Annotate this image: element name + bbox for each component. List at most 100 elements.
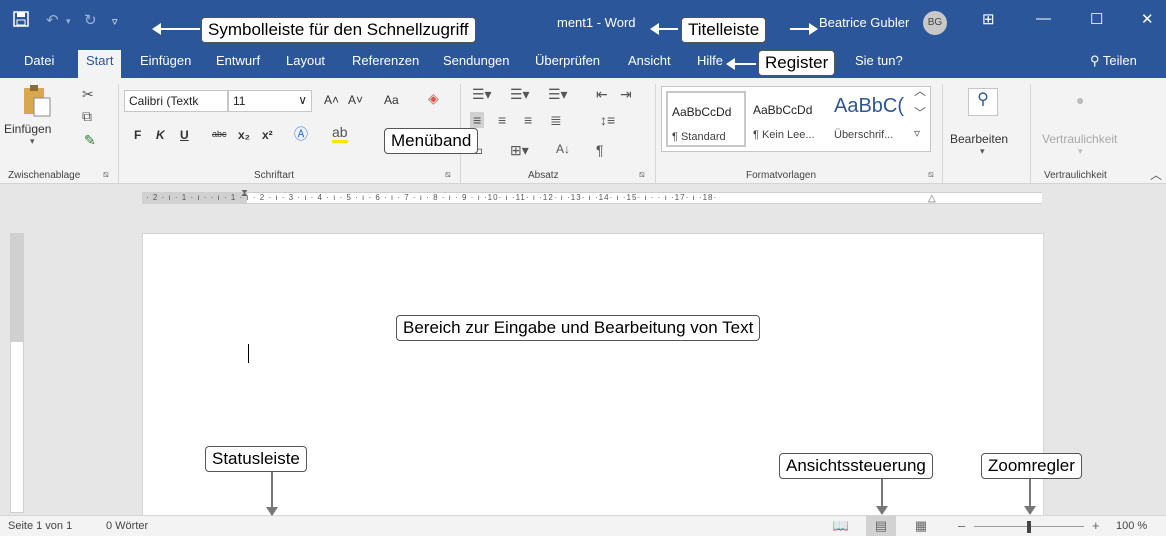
clear-formatting-icon[interactable]: ◈ <box>428 90 439 107</box>
tab-datei[interactable]: Datei <box>24 53 54 68</box>
web-layout-icon[interactable]: ▦ <box>906 516 936 536</box>
cut-icon[interactable]: ✂ <box>82 86 94 103</box>
paste-icon <box>24 85 51 117</box>
increase-indent-icon[interactable]: ⇥ <box>620 86 632 103</box>
styles-launcher-icon[interactable]: ⧅ <box>928 169 934 180</box>
collapse-ribbon-icon[interactable]: ︿ <box>1150 166 1162 183</box>
word-count[interactable]: 0 Wörter <box>106 520 148 532</box>
tab-entwurf[interactable]: Entwurf <box>216 53 260 68</box>
paste-button[interactable]: Einfügen ▾ <box>4 84 58 146</box>
shrink-font-button[interactable]: A˅ <box>348 93 363 107</box>
avatar[interactable]: BG <box>923 11 947 35</box>
undo-dropdown-icon[interactable]: ▾ <box>66 16 71 27</box>
close-button[interactable]: ✕ <box>1141 10 1154 28</box>
multilevel-list-icon[interactable]: ☰▾ <box>548 86 568 103</box>
grow-font-button[interactable]: A˄ <box>324 93 339 107</box>
clipboard-launcher-icon[interactable]: ⧅ <box>103 169 109 180</box>
sensitivity-icon: ● <box>1076 92 1085 108</box>
bullets-icon[interactable]: ☰▾ <box>472 86 492 103</box>
bold-button[interactable]: F <box>134 128 141 142</box>
right-indent-marker-icon[interactable]: △ <box>928 193 936 204</box>
borders-icon[interactable]: ⊞▾ <box>510 142 529 159</box>
strikethrough-button[interactable]: abc <box>212 129 227 139</box>
tab-ueberpruefen[interactable]: Überprüfen <box>535 53 600 68</box>
callout-menuband: Menüband <box>384 128 479 154</box>
tab-einfuegen[interactable]: Einfügen <box>140 53 191 68</box>
paragraph-launcher-icon[interactable]: ⧅ <box>639 169 645 180</box>
page-count[interactable]: Seite 1 von 1 <box>8 520 72 532</box>
callout-arrow <box>876 479 888 515</box>
chevron-down-icon: ∨ <box>298 93 307 107</box>
font-size-select[interactable]: 11 ∨ <box>228 90 312 112</box>
change-case-button[interactable]: Aa <box>384 93 399 107</box>
group-divider <box>118 84 119 184</box>
italic-button[interactable]: K <box>156 128 165 142</box>
tab-layout[interactable]: Layout <box>286 53 325 68</box>
zoom-level[interactable]: 100 % <box>1116 520 1147 532</box>
show-marks-button[interactable]: ¶ <box>596 142 604 158</box>
tab-sendungen[interactable]: Sendungen <box>443 53 510 68</box>
print-layout-icon[interactable]: ▤ <box>866 516 896 536</box>
minimize-button[interactable]: — <box>1036 10 1051 27</box>
superscript-button[interactable]: x² <box>262 128 273 142</box>
text-effects-icon[interactable]: Ⓐ <box>294 124 308 144</box>
align-right-icon[interactable]: ≡ <box>524 112 532 128</box>
vertical-ruler[interactable] <box>10 233 24 513</box>
styles-scroll-up-icon[interactable]: ︿ <box>914 82 926 99</box>
style-name: Überschrif... <box>834 129 894 141</box>
sensitivity-button[interactable]: ● Vertraulichkeit ▾ <box>1036 86 1136 166</box>
callout-arrow <box>790 23 818 35</box>
tell-me-search[interactable]: Sie tun? <box>855 53 903 68</box>
save-icon[interactable] <box>13 11 29 31</box>
callout-arrow <box>1024 479 1036 515</box>
read-mode-icon[interactable]: 📖 <box>826 516 856 536</box>
tab-referenzen[interactable]: Referenzen <box>352 53 419 68</box>
font-size-value: 11 <box>233 94 246 108</box>
editing-button[interactable]: ⚲ Bearbeiten ▾ <box>948 86 1024 166</box>
style-standard[interactable]: AaBbCcDd ¶ Standard <box>666 91 746 147</box>
font-launcher-icon[interactable]: ⧅ <box>445 169 451 180</box>
justify-icon[interactable]: ≣ <box>550 112 562 129</box>
zoom-in-button[interactable]: + <box>1092 518 1100 533</box>
undo-icon[interactable]: ↶ <box>46 11 59 29</box>
tab-start[interactable]: Start <box>78 50 122 78</box>
style-no-spacing[interactable]: AaBbCcDd ¶ Kein Lee... <box>749 91 829 147</box>
styles-scroll-down-icon[interactable]: ﹀ <box>914 104 926 121</box>
highlight-icon[interactable]: ab <box>332 124 348 143</box>
styles-more-icon[interactable]: ▿ <box>914 126 920 140</box>
user-name[interactable]: Beatrice Gubler <box>819 15 909 30</box>
group-divider <box>942 84 943 184</box>
search-icon: ⚲ <box>968 88 998 116</box>
numbering-icon[interactable]: ☰▾ <box>510 86 530 103</box>
redo-icon[interactable]: ↻ <box>84 11 97 29</box>
horizontal-ruler[interactable]: L · 2 · ı · 1 · ı · · ı · 1 · ı · 2 · ı … <box>0 184 1166 389</box>
text-cursor <box>248 344 249 363</box>
tab-ansicht[interactable]: Ansicht <box>628 53 671 68</box>
line-spacing-icon[interactable]: ↕≡ <box>600 112 615 128</box>
style-heading[interactable]: AaBbC( Überschrif... <box>830 91 910 147</box>
person-icon: ⚲ <box>1090 53 1100 68</box>
copy-icon[interactable]: ⧉ <box>82 108 92 125</box>
maximize-button[interactable]: ☐ <box>1090 10 1103 28</box>
ribbon-display-options-icon[interactable]: ⊞ <box>982 10 995 28</box>
sort-button[interactable]: A↓ <box>556 142 570 156</box>
styles-group-label: Formatvorlagen <box>746 170 817 181</box>
decrease-indent-icon[interactable]: ⇤ <box>596 86 608 103</box>
align-left-icon[interactable]: ≡ <box>470 112 485 128</box>
callout-title-bar: Titelleiste <box>681 17 767 43</box>
underline-button[interactable]: U <box>180 128 189 142</box>
indent-marker-icon[interactable]: ⧗ <box>241 188 248 199</box>
customize-qat-icon[interactable]: ▿ <box>112 15 118 28</box>
paste-label: Einfügen <box>4 122 52 136</box>
subscript-button[interactable]: x₂ <box>238 128 250 142</box>
tab-hilfe[interactable]: Hilfe <box>697 53 723 68</box>
share-button[interactable]: ⚲ Teilen <box>1090 53 1137 69</box>
font-name-select[interactable]: Calibri (Textk <box>124 90 228 112</box>
style-name: ¶ Standard <box>672 131 726 143</box>
document-title: ment1 - Word <box>557 15 636 30</box>
zoom-slider-thumb[interactable] <box>1027 521 1031 533</box>
format-painter-icon[interactable]: ✎ <box>84 132 96 149</box>
align-center-icon[interactable]: ≡ <box>498 112 506 128</box>
group-divider <box>1030 84 1031 184</box>
zoom-out-button[interactable]: – <box>958 518 965 533</box>
